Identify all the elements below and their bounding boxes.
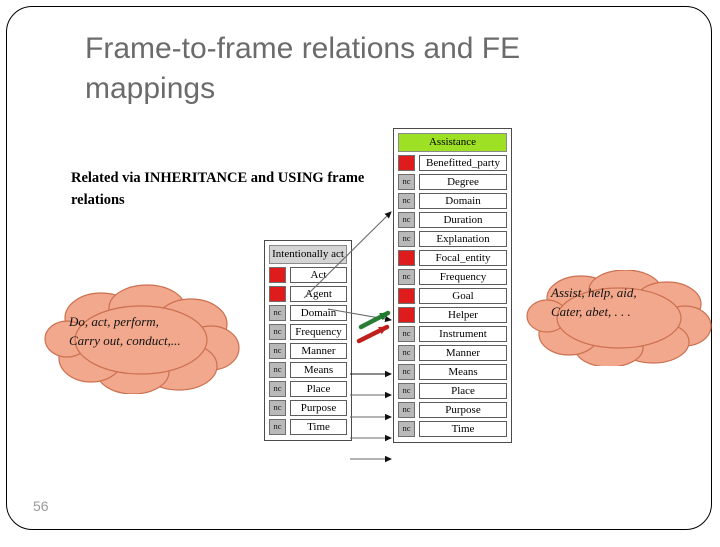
- frame-element-name: Purpose: [419, 401, 507, 418]
- frame-element-name: Goal: [419, 287, 507, 304]
- frame-element-name: Manner: [419, 344, 507, 361]
- frame-element-row: nc Manner: [398, 344, 507, 361]
- frame-element-name: Instrument: [419, 325, 507, 342]
- cloud-left-line2: Carry out, conduct,...: [69, 333, 181, 348]
- non-core-tag: nc: [269, 342, 286, 359]
- frame-element-row: nc Instrument: [398, 325, 507, 342]
- frame-element-row: c Agent: [269, 285, 347, 302]
- red-highlight-arrow: [356, 324, 390, 344]
- non-core-tag: nc: [398, 268, 415, 285]
- frame-element-row: nc Degree: [398, 173, 507, 190]
- non-core-tag: nc: [269, 323, 286, 340]
- frame-element-row: c Focal_entity: [398, 249, 507, 266]
- frame-element-row: nc Manner: [269, 342, 347, 359]
- frame-element-name: Act: [290, 266, 347, 283]
- cloud-right-line2: Cater, abet, . . .: [551, 304, 631, 319]
- frame-element-name: Means: [419, 363, 507, 380]
- frame-element-row: c Helper: [398, 306, 507, 323]
- frame-element-list-left: c Act c Agent nc Domain nc Frequency nc Manner nc M…: [269, 266, 347, 435]
- frame-table-intentionally-act: Intentionally act c Act c Agent nc Domain nc Fr…: [264, 240, 352, 441]
- non-core-tag: nc: [398, 192, 415, 209]
- frame-element-name: Purpose: [290, 399, 347, 416]
- frame-element-name: Helper: [419, 306, 507, 323]
- frame-element-row: nc Means: [269, 361, 347, 378]
- frame-element-row: nc Purpose: [269, 399, 347, 416]
- non-core-tag: nc: [398, 211, 415, 228]
- frame-element-row: nc Frequency: [269, 323, 347, 340]
- non-core-tag: nc: [398, 420, 415, 437]
- cloud-left-line1: Do, act, perform,: [69, 314, 159, 329]
- frame-element-list-right: c Benefitted_party nc Degree nc Domain nc Durat…: [398, 154, 507, 437]
- frame-element-name: Duration: [419, 211, 507, 228]
- frame-header-intentionally-act: Intentionally act: [269, 245, 347, 264]
- core-tag: c: [398, 306, 415, 323]
- page-title: Frame-to-frame relations and FE mappings: [85, 32, 521, 105]
- cloud-right-line1: Assist, help, aid,: [551, 285, 637, 300]
- frame-element-row: nc Place: [269, 380, 347, 397]
- core-tag: c: [398, 287, 415, 304]
- frame-element-name: Domain: [290, 304, 347, 321]
- core-tag: c: [398, 249, 415, 266]
- cloud-left-text: Do, act, perform, Carry out, conduct,...: [69, 312, 181, 350]
- non-core-tag: nc: [398, 173, 415, 190]
- non-core-tag: nc: [398, 382, 415, 399]
- frame-element-row: nc Time: [398, 420, 507, 437]
- frame-element-name: Frequency: [290, 323, 347, 340]
- non-core-tag: nc: [269, 418, 286, 435]
- frame-element-row: nc Place: [398, 382, 507, 399]
- non-core-tag: nc: [398, 363, 415, 380]
- frame-header-assistance: Assistance: [398, 133, 507, 152]
- non-core-tag: nc: [398, 325, 415, 342]
- non-core-tag: nc: [269, 399, 286, 416]
- frame-element-name: Frequency: [419, 268, 507, 285]
- frame-element-row: nc Domain: [398, 192, 507, 209]
- frame-element-name: Agent: [290, 285, 347, 302]
- non-core-tag: nc: [269, 304, 286, 321]
- cloud-lexical-units-assistance: Assist, help, aid, Cater, abet, . . .: [525, 269, 715, 368]
- cloud-right-text: Assist, help, aid, Cater, abet, . . .: [551, 283, 637, 321]
- frame-element-name: Degree: [419, 173, 507, 190]
- frame-element-row: nc Frequency: [398, 268, 507, 285]
- frame-element-row: c Benefitted_party: [398, 154, 507, 171]
- core-tag: c: [269, 285, 286, 302]
- frame-element-row: nc Explanation: [398, 230, 507, 247]
- frame-element-name: Place: [290, 380, 347, 397]
- frame-element-name: Manner: [290, 342, 347, 359]
- frame-element-row: nc Means: [398, 363, 507, 380]
- non-core-tag: nc: [398, 401, 415, 418]
- frame-table-assistance: Assistance c Benefitted_party nc Degree nc Do…: [393, 128, 512, 443]
- frame-element-row: nc Duration: [398, 211, 507, 228]
- frame-element-row: nc Purpose: [398, 401, 507, 418]
- frame-element-name: Time: [290, 418, 347, 435]
- cloud-lexical-units-intentionally-act: Do, act, perform, Carry out, conduct,...: [43, 284, 243, 395]
- relation-note: Related via INHERITANCE and USING frame …: [71, 170, 365, 208]
- frame-element-name: Domain: [419, 192, 507, 209]
- frame-element-name: Focal_entity: [419, 249, 507, 266]
- frame-element-name: Benefitted_party: [419, 154, 507, 171]
- slide-frame: Frame-to-frame relations and FE mappings…: [6, 6, 712, 530]
- non-core-tag: nc: [398, 230, 415, 247]
- frame-element-name: Place: [419, 382, 507, 399]
- frame-element-row: c Act: [269, 266, 347, 283]
- slide-number: 56: [33, 498, 49, 514]
- frame-element-row: nc Domain: [269, 304, 347, 321]
- non-core-tag: nc: [269, 361, 286, 378]
- core-tag: c: [269, 266, 286, 283]
- frame-element-row: c Goal: [398, 287, 507, 304]
- frame-element-name: Means: [290, 361, 347, 378]
- frame-element-name: Time: [419, 420, 507, 437]
- non-core-tag: nc: [398, 344, 415, 361]
- non-core-tag: nc: [269, 380, 286, 397]
- core-tag: c: [398, 154, 415, 171]
- green-highlight-arrow: [358, 310, 391, 330]
- frame-element-name: Explanation: [419, 230, 507, 247]
- frame-element-row: nc Time: [269, 418, 347, 435]
